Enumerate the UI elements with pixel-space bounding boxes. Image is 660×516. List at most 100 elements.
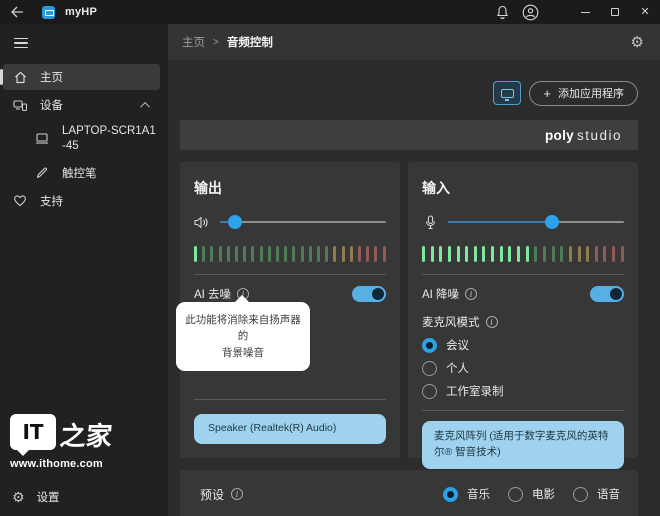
notifications-bell-icon[interactable] [488,0,516,24]
ai-denoise-toggle[interactable] [352,286,386,302]
ai-noise-reduction-text: AI 降噪 [422,286,459,302]
meter-bar [560,246,563,262]
preset-radio-voice[interactable]: 语音 [573,486,620,502]
add-application-button[interactable]: + 添加应用程序 [529,81,638,106]
mic-mode-radio-meeting[interactable]: 会议 [422,337,624,353]
meter-bar [474,246,477,262]
info-icon[interactable] [231,488,243,500]
titlebar-right: ✕ [488,0,660,24]
content-header: 主页 > 音频控制 ⚙ [168,24,660,60]
divider [422,274,624,275]
input-device-button[interactable]: 麦克风阵列 (适用于数字麦克风的英特尔® 智音技术) [422,421,624,469]
poly-studio-banner: poly studio [180,120,638,150]
output-volume-slider[interactable] [220,215,386,229]
radio-label: 个人 [446,360,469,376]
preset-radio-movie[interactable]: 电影 [508,486,555,502]
presets-label: 预设 [200,486,243,503]
info-icon[interactable] [486,316,498,328]
pen-icon [34,167,50,179]
user-account-icon[interactable] [516,0,544,24]
meter-bar [268,246,271,262]
myhp-window: myHP ✕ 主页 [0,0,660,516]
ithome-logo-script: 之家 [59,424,114,450]
ai-denoise-tooltip: 此功能将消除来自扬声器的 背景噪音 [176,302,310,371]
titlebar: myHP ✕ [0,0,660,24]
toolbar-row: + 添加应用程序 [180,80,638,106]
radio-label: 语音 [597,486,620,502]
sidebar-item-support[interactable]: 支持 [3,188,160,214]
sidebar-item-laptop-device[interactable]: LAPTOP-SCR1A1-45 [3,120,160,158]
input-volume-slider[interactable] [448,215,624,229]
meter-bar [439,246,442,262]
audio-settings-gear-icon[interactable]: ⚙ [631,33,644,51]
breadcrumb: 主页 > 音频控制 [182,34,273,50]
output-ai-row: AI 去噪 [194,286,386,302]
meter-bar [366,246,369,262]
meter-bar [210,246,213,262]
devices-icon [12,99,28,112]
back-button[interactable] [10,6,32,18]
sidebar-item-label: 设备 [40,97,63,113]
meter-bar [431,246,434,262]
radio-icon [422,384,437,399]
breadcrumb-current: 音频控制 [227,34,273,50]
presets-bar: 预设 音乐 电影 语音 [180,470,638,516]
toggle-knob [610,288,622,300]
meter-bar [508,246,511,262]
maximize-button[interactable] [600,0,630,24]
input-title: 输入 [422,178,624,198]
sidebar-item-label: 主页 [40,69,63,85]
sidebar-item-stylus[interactable]: 触控笔 [3,160,160,186]
info-icon[interactable] [465,288,477,300]
input-ai-row: AI 降噪 [422,286,624,302]
ai-noise-reduction-toggle[interactable] [590,286,624,302]
titlebar-left: myHP [10,6,97,19]
output-panel: 输出 [180,162,400,458]
audio-panels: 输出 [180,162,638,458]
breadcrumb-home-link[interactable]: 主页 [182,34,205,50]
chevron-up-icon [140,101,150,111]
slider-thumb[interactable] [545,215,559,229]
mic-mode-text: 麦克风模式 [422,314,480,330]
minimize-button[interactable] [570,0,600,24]
meter-bar [457,246,460,262]
close-button[interactable]: ✕ [630,0,660,24]
plus-icon: + [543,86,551,101]
sidebar-item-devices[interactable]: 设备 [3,92,160,118]
mic-mode-label: 麦克风模式 [422,314,624,330]
add-application-label: 添加应用程序 [558,85,624,101]
radio-label: 音乐 [467,486,490,502]
output-device-button[interactable]: Speaker (Realtek(R) Audio) [194,414,386,444]
meter-bar [251,246,254,262]
slider-thumb[interactable] [228,215,242,229]
meter-bar [586,246,589,262]
radio-icon [422,338,437,353]
gear-icon: ⚙ [12,490,25,504]
mic-mode-radio-personal[interactable]: 个人 [422,360,624,376]
mic-mode-radio-studio[interactable]: 工作室录制 [422,383,624,399]
meter-bar [569,246,572,262]
menu-hamburger-icon[interactable] [6,30,40,56]
sidebar-item-label: 触控笔 [62,165,97,181]
main-area: 主页 > 音频控制 ⚙ + 添加应用程序 poly [168,24,660,516]
ai-noise-reduction-label: AI 降噪 [422,286,477,302]
app-title: myHP [65,6,97,18]
preset-radio-music[interactable]: 音乐 [443,486,490,502]
breadcrumb-separator: > [213,37,219,48]
display-mode-button[interactable] [493,81,521,105]
laptop-icon [34,133,50,144]
meter-bar [578,246,581,262]
tooltip-line: 背景噪音 [184,345,302,361]
brand-name-bold: poly [545,128,574,143]
sidebar-item-home[interactable]: 主页 [3,64,160,90]
slider-track [448,221,624,223]
meter-bar [317,246,320,262]
meter-bar [612,246,615,262]
meter-bar [491,246,494,262]
output-title: 输出 [194,178,386,198]
meter-bar [517,246,520,262]
sidebar-item-settings[interactable]: ⚙ 设置 [10,484,168,510]
home-icon [12,71,28,84]
meter-bar [219,246,222,262]
app-logo-icon [42,6,55,19]
